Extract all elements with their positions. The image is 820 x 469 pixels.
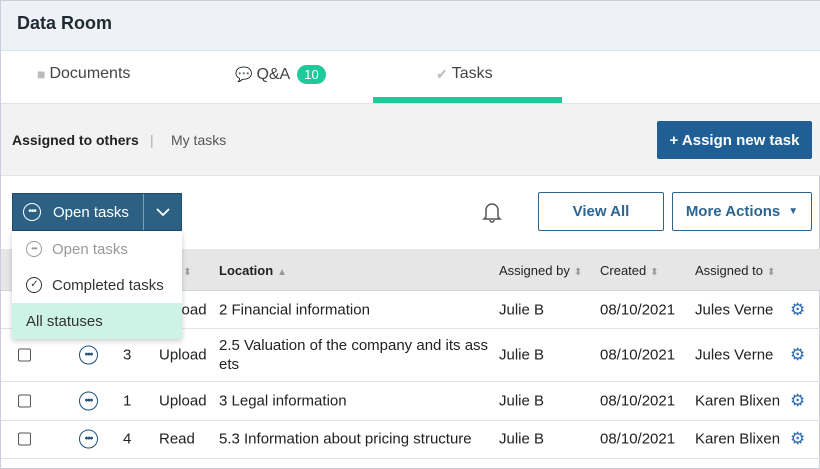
row-checkbox[interactable] [18, 348, 31, 362]
gear-icon[interactable]: ⚙ [790, 300, 805, 320]
folder-icon: ■ [37, 66, 46, 82]
task-location[interactable]: 2 Financial information [219, 301, 489, 320]
task-location[interactable]: 5.3 Information about pricing structure [219, 430, 489, 449]
check-circle-icon: ✓ [26, 277, 42, 293]
task-actions-icon[interactable]: ••• [79, 391, 98, 411]
gear-icon[interactable]: ⚙ [790, 391, 805, 411]
created-date: 08/10/2021 [600, 430, 676, 448]
menu-item-open-tasks[interactable]: ••• Open tasks [12, 231, 182, 267]
assigned-to-others-link[interactable]: Assigned to others [12, 132, 139, 148]
chat-icon: 💬 [235, 66, 253, 82]
active-tab-indicator [373, 97, 562, 103]
sort-icon: ⬍ [766, 267, 776, 278]
sort-asc-icon: ▲ [277, 267, 288, 278]
assigned-by: Julie B [499, 392, 545, 410]
status-dropdown-toggle[interactable] [144, 194, 181, 230]
separator: | [150, 132, 154, 148]
task-actions-icon[interactable]: ••• [79, 429, 98, 449]
task-number: 4 [123, 430, 132, 448]
view-all-button[interactable]: View All [538, 192, 664, 231]
caret-down-icon: ▼ [788, 206, 799, 217]
task-type: Upload [159, 346, 207, 364]
assigned-to: Jules Verne [695, 346, 774, 364]
my-tasks-link[interactable]: My tasks [171, 132, 226, 148]
task-number: 3 [123, 346, 132, 364]
qa-count-badge: 10 [297, 65, 326, 84]
sort-icon: ⬍ [183, 267, 192, 278]
table-row[interactable]: ••• 4 Read 5.3 Information about pricing… [1, 421, 820, 459]
more-actions-label: More Actions [685, 203, 781, 220]
notifications-button[interactable] [482, 201, 502, 228]
status-split-button: ••• Open tasks [12, 193, 182, 231]
row-checkbox[interactable] [18, 394, 31, 408]
assigned-by: Julie B [499, 301, 545, 319]
task-type: Read [159, 430, 195, 448]
column-label: Assigned to [695, 263, 763, 278]
table-row[interactable]: ••• 1 Upload 3 Legal information Julie B… [1, 382, 820, 421]
assigned-by: Julie B [499, 346, 545, 364]
tab-label: Tasks [451, 65, 493, 82]
column-created[interactable]: Created ⬍ [600, 263, 659, 278]
bell-icon [482, 203, 502, 223]
gear-icon[interactable]: ⚙ [790, 345, 805, 365]
column-assigned-by[interactable]: Assigned by ⬍ [499, 263, 582, 278]
created-date: 08/10/2021 [600, 301, 676, 319]
column-label: Created [600, 263, 647, 278]
column-assigned-to[interactable]: Assigned to ⬍ [695, 263, 775, 278]
ellipsis-circle-icon: ••• [26, 241, 42, 257]
assign-new-task-button[interactable]: + Assign new task [657, 121, 812, 159]
created-date: 08/10/2021 [600, 346, 676, 364]
chevron-down-icon [155, 207, 170, 216]
task-location[interactable]: 3 Legal information [219, 392, 489, 411]
column-label: Assigned by [499, 263, 570, 278]
sort-icon: ⬍ [650, 267, 659, 278]
task-location[interactable]: 2.5 Valuation of the company and its ass… [219, 336, 489, 374]
tab-qa[interactable]: 💬 Q&A 10 [235, 65, 326, 84]
status-dropdown-menu: ••• Open tasks ✓ Completed tasks All statu… [12, 231, 182, 339]
assigned-by: Julie B [499, 430, 545, 448]
status-label: Open tasks [53, 203, 129, 221]
tab-documents[interactable]: ■ Documents [37, 65, 130, 83]
ellipsis-circle-icon: ••• [23, 203, 41, 221]
tab-label: Documents [49, 65, 131, 82]
task-type: Upload [159, 392, 207, 410]
created-date: 08/10/2021 [600, 392, 676, 410]
header-bar [1, 1, 820, 51]
menu-item-label: Open tasks [52, 240, 128, 258]
assigned-to: Jules Verne [695, 301, 774, 319]
tab-label: Q&A [256, 65, 291, 83]
gear-icon[interactable]: ⚙ [790, 429, 805, 449]
row-checkbox[interactable] [18, 432, 31, 446]
menu-item-label: All statuses [26, 312, 103, 330]
assigned-to: Karen Blixen [695, 430, 781, 448]
menu-item-completed-tasks[interactable]: ✓ Completed tasks [12, 267, 182, 303]
column-label: Location [219, 263, 274, 278]
check-icon: ✔ [436, 65, 448, 82]
column-location[interactable]: Location ▲ [219, 263, 287, 278]
task-number: 1 [123, 392, 132, 410]
menu-item-all-statuses[interactable]: All statuses [12, 303, 182, 339]
more-actions-button[interactable]: More Actions ▼ [672, 192, 812, 231]
tab-tasks[interactable]: ✔ Tasks [436, 65, 493, 83]
task-actions-icon[interactable]: ••• [79, 345, 98, 365]
sort-icon: ⬍ [573, 267, 583, 278]
status-button[interactable]: ••• Open tasks [13, 194, 144, 230]
page-title: Data Room [17, 13, 113, 33]
assigned-to: Karen Blixen [695, 392, 781, 410]
menu-item-label: Completed tasks [52, 276, 164, 294]
